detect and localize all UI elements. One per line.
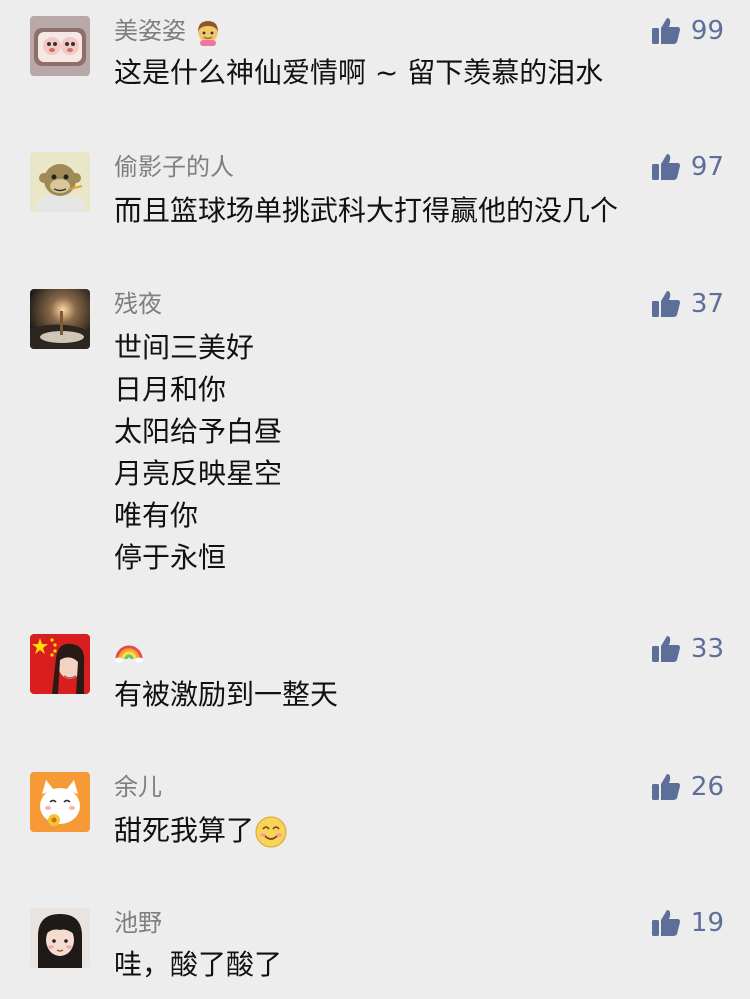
comment-text: 有被激励到一整天 [114,678,339,711]
comment-text: 这是什么神仙爱情啊 ~ 留下羡慕的泪水 [114,56,604,89]
like-button[interactable]: 19 [651,908,724,938]
thumbs-up-icon [651,772,681,802]
username[interactable]: 余儿 [114,772,162,802]
username[interactable]: 池野 [114,908,162,938]
username[interactable] [114,634,144,665]
comment-text: 哇，酸了酸了 [114,948,283,981]
like-count: 37 [690,289,724,319]
rainbow-emoji-icon [114,635,144,665]
avatar[interactable] [30,634,90,694]
comment-text: 甜死我算了 [114,810,288,852]
avatar[interactable] [30,772,90,832]
thumbs-up-icon [651,634,681,664]
comment-text: 而且篮球场单挑武科大打得赢他的没几个 [114,194,619,227]
username[interactable]: 美姿姿 [114,16,222,46]
comment-text: 世间三美好 日月和你 太阳给予白昼 月亮反映星空 唯有你 停于永恒 [114,331,283,574]
like-count: 19 [690,908,724,938]
like-count: 33 [690,634,724,664]
like-count: 99 [690,16,724,46]
thumbs-up-icon [651,289,681,319]
like-button[interactable]: 37 [651,289,724,319]
avatar[interactable] [30,152,90,212]
avatar[interactable] [30,289,90,349]
avatar[interactable] [30,908,90,968]
username[interactable]: 残夜 [114,289,162,319]
like-button[interactable]: 33 [651,634,724,664]
like-count: 26 [690,772,724,802]
like-button[interactable]: 97 [651,152,724,182]
like-count: 97 [690,152,724,182]
avatar[interactable] [30,16,90,76]
thumbs-up-icon [651,16,681,46]
thumbs-up-icon [651,152,681,182]
like-button[interactable]: 99 [651,16,724,46]
smiling-face-emoji-icon [254,815,288,849]
like-button[interactable]: 26 [651,772,724,802]
thumbs-up-icon [651,908,681,938]
girl-emoji-icon [194,18,222,46]
username[interactable]: 偷影子的人 [114,152,234,182]
